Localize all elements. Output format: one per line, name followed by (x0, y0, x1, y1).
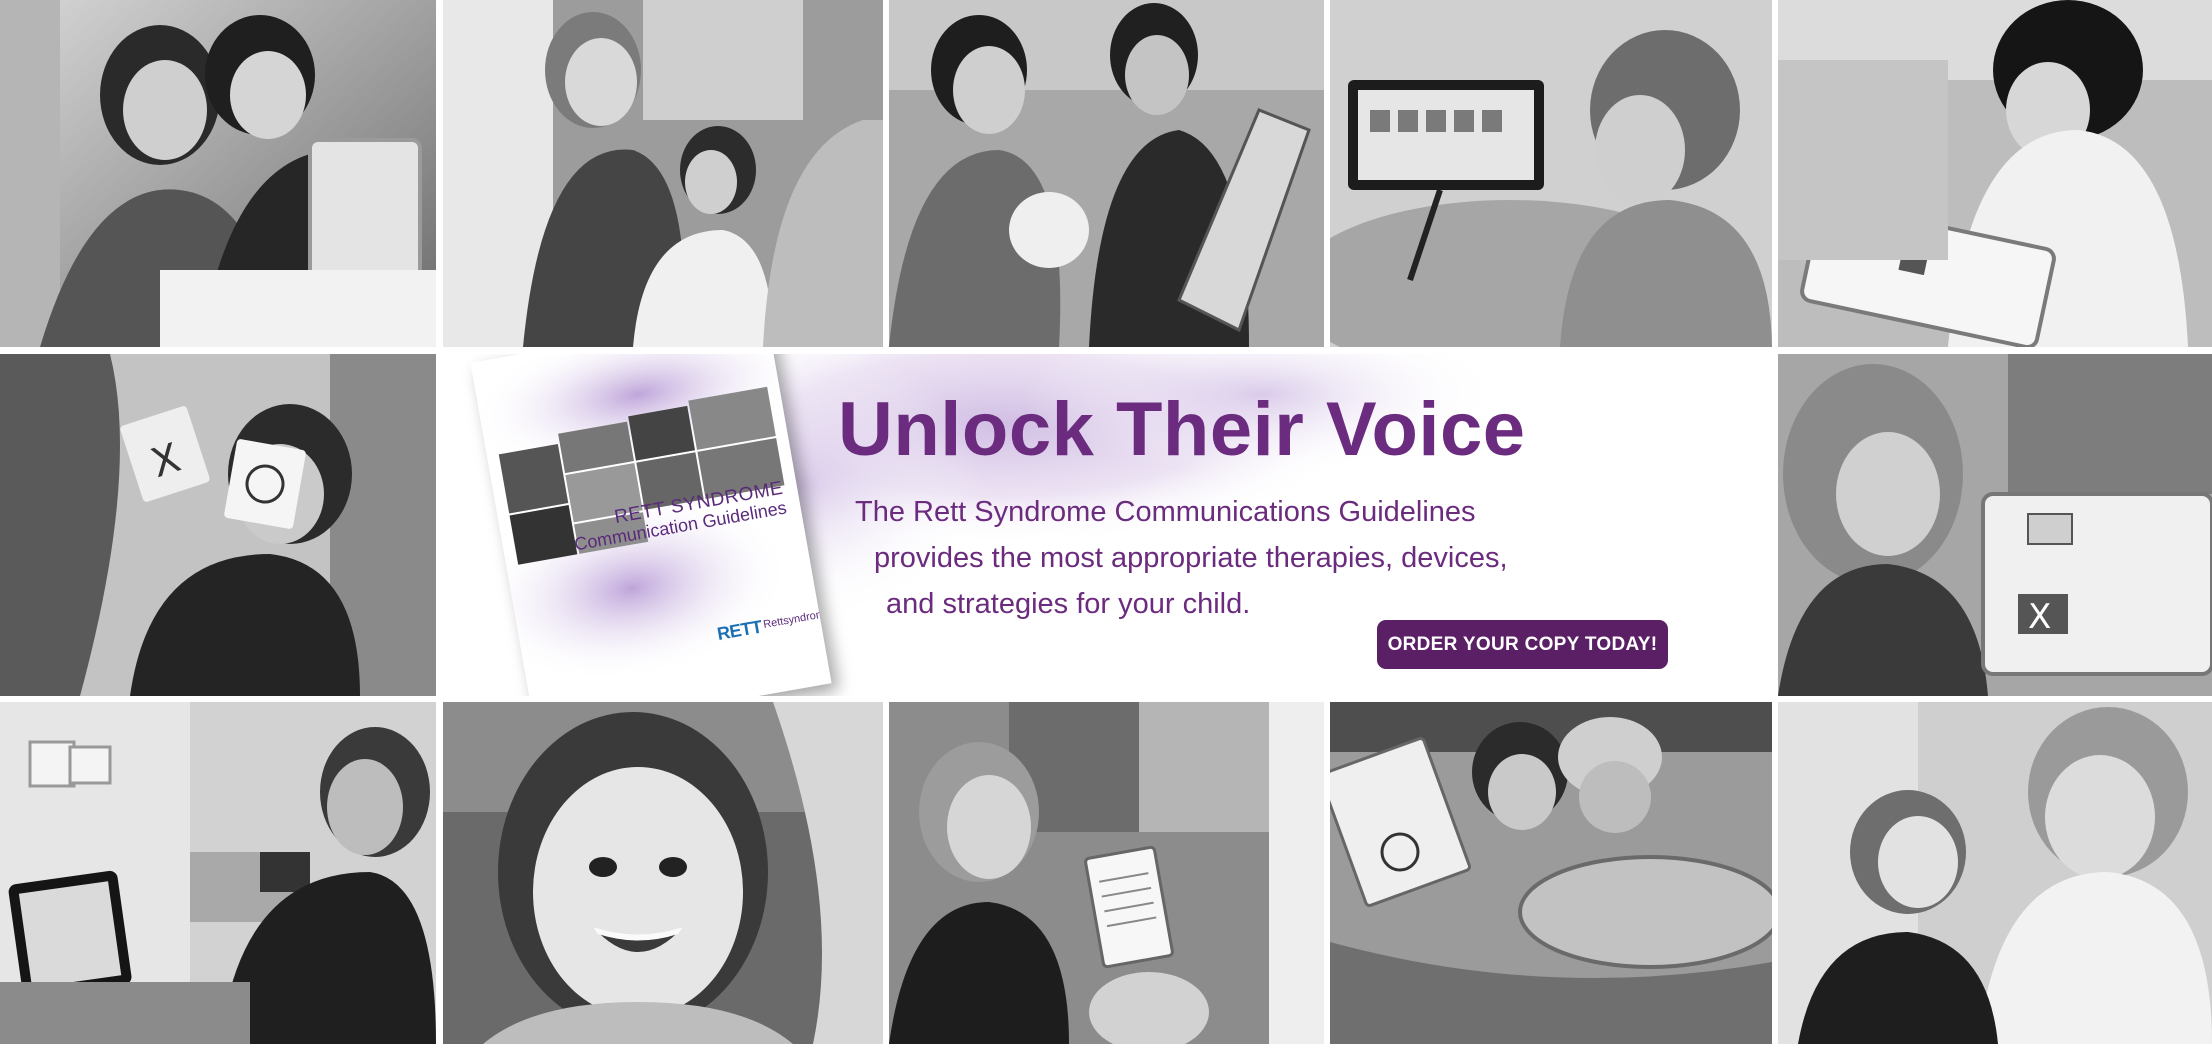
subtext-line-2: provides the most appropriate therapies,… (874, 542, 1508, 574)
guidelines-booklet: RETT SYNDROME Communication Guidelines R… (470, 354, 832, 696)
photo-icon (0, 702, 436, 1044)
photo-icon (1330, 0, 1772, 347)
promo-banner: RETT SYNDROME Communication Guidelines R… (443, 354, 1772, 696)
photo-girl-at-wall (443, 0, 883, 347)
photo-girl-with-board (1778, 0, 2212, 347)
photo-icon (1330, 702, 1772, 1044)
subtext-line-3: and strategies for your child. (886, 588, 1251, 620)
order-copy-button[interactable]: ORDER YOUR COPY TODAY! (1377, 620, 1668, 669)
photo-icon (1778, 702, 2212, 1044)
photo-smiling-girl (443, 702, 883, 1044)
photo-child-with-device (1330, 0, 1772, 347)
photo-icon (0, 0, 436, 347)
photo-girl-with-tablet (0, 0, 436, 347)
photo-girl-with-card (889, 702, 1324, 1044)
photo-icon (889, 0, 1324, 347)
photo-icon (889, 702, 1324, 1044)
photo-child-with-cards: X (0, 354, 436, 696)
photo-young-man-with-tablet (0, 702, 436, 1044)
photo-icon (443, 702, 883, 1044)
svg-text:X: X (2028, 597, 2051, 637)
headline: Unlock Their Voice (838, 387, 1526, 472)
photo-icon: X (0, 354, 436, 696)
photo-icon (1778, 0, 2212, 347)
photo-girl-with-teacher (889, 0, 1324, 347)
photo-icon (443, 0, 883, 347)
subtext-line-1: The Rett Syndrome Communications Guideli… (855, 496, 1476, 528)
photo-pool-reading (1330, 702, 1772, 1044)
photo-girl-with-binder: X (1778, 354, 2212, 696)
photo-icon: X (1778, 354, 2212, 696)
photo-girl-with-grandmother (1778, 702, 2212, 1044)
